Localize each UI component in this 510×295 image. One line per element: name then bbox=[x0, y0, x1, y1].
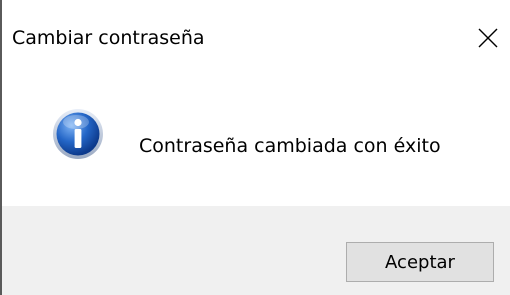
dialog-content: Contraseña cambiada con éxito bbox=[2, 84, 510, 206]
dialog-message: Contraseña cambiada con éxito bbox=[139, 135, 441, 157]
info-icon bbox=[53, 109, 103, 159]
dialog-title: Cambiar contraseña bbox=[12, 27, 205, 49]
message-dialog: Cambiar contraseña Contraseña cambiada c… bbox=[0, 0, 510, 295]
dialog-footer: Aceptar bbox=[2, 206, 510, 295]
close-icon bbox=[478, 28, 498, 48]
close-button[interactable] bbox=[468, 18, 508, 58]
title-bar: Cambiar contraseña bbox=[2, 0, 510, 84]
ok-button[interactable]: Aceptar bbox=[346, 242, 494, 282]
